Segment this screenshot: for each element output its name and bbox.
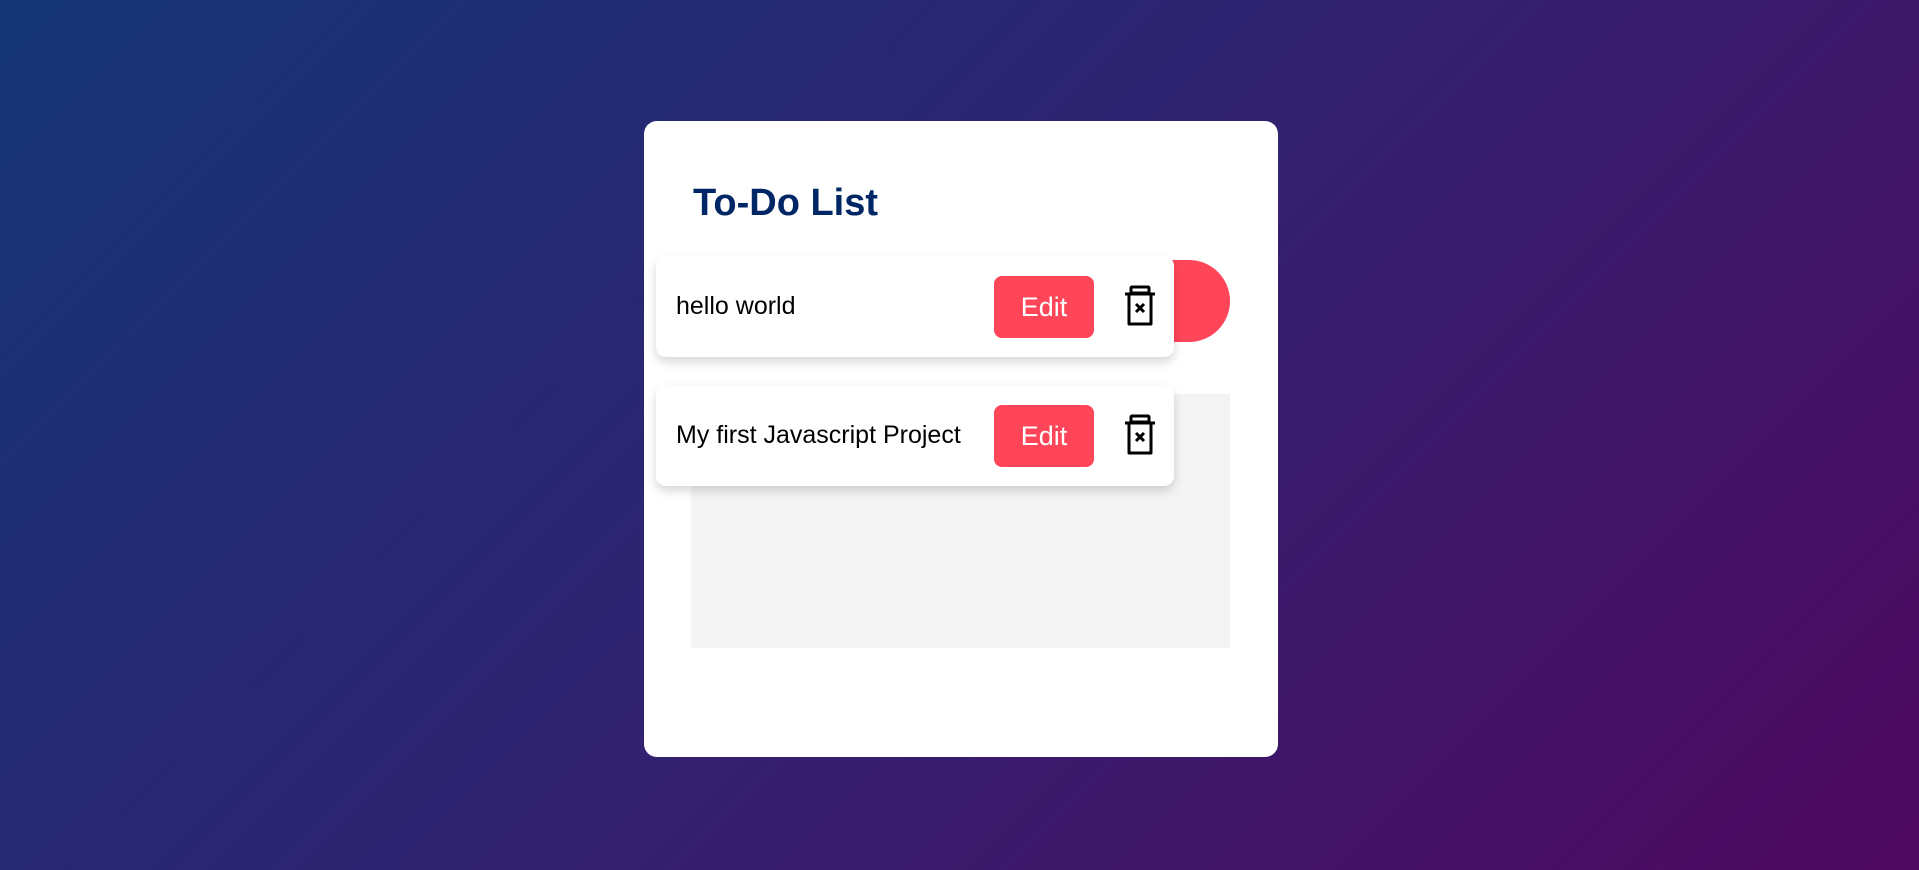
task-text: hello world bbox=[676, 292, 796, 320]
task-text: My first Javascript Project bbox=[676, 421, 961, 449]
page-title: To-Do List bbox=[693, 182, 879, 224]
todo-card: To-Do List Add hello world Edit My first… bbox=[644, 121, 1278, 757]
trash-x-icon bbox=[1125, 285, 1155, 326]
delete-button[interactable] bbox=[1120, 284, 1160, 328]
edit-button[interactable]: Edit bbox=[994, 276, 1094, 338]
task-item: hello world Edit bbox=[656, 256, 1174, 357]
delete-button[interactable] bbox=[1120, 413, 1160, 457]
trash-x-icon bbox=[1125, 414, 1155, 455]
edit-button[interactable]: Edit bbox=[994, 405, 1094, 467]
task-item: My first Javascript Project Edit bbox=[656, 385, 1174, 486]
